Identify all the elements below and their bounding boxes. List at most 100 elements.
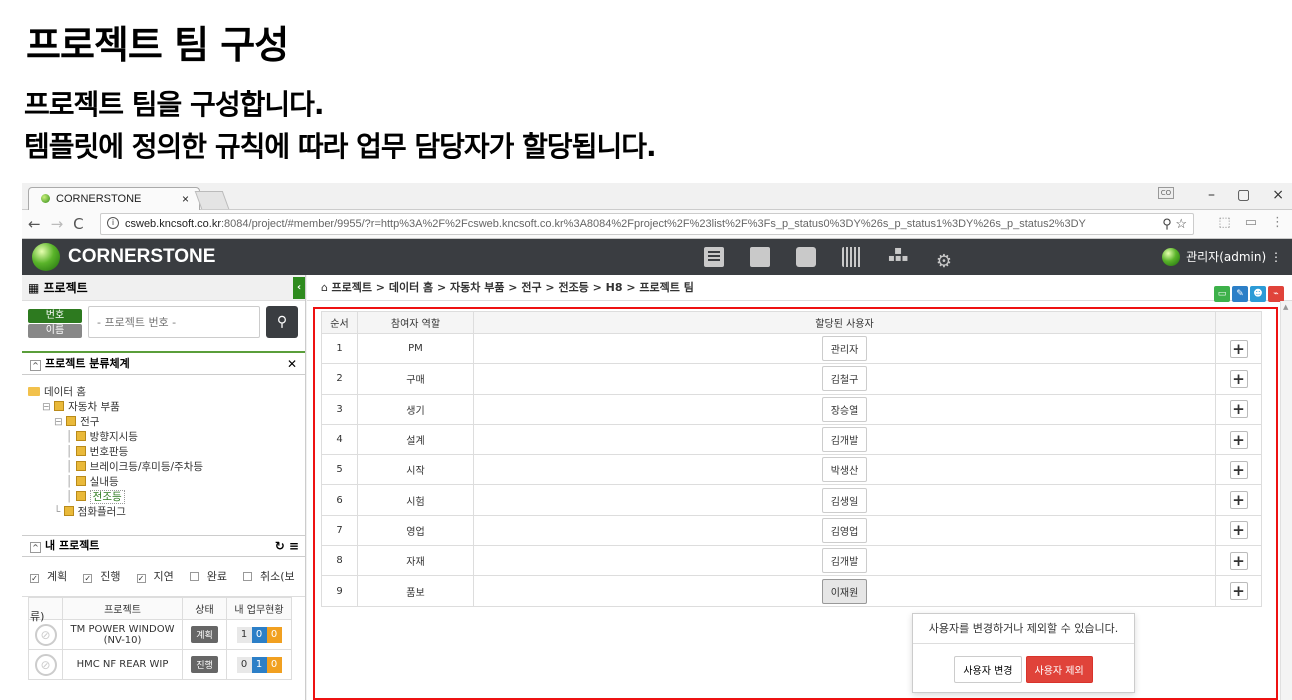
tree-connector: │: [66, 461, 76, 473]
new-tab-button[interactable]: [194, 191, 230, 209]
assigned-user-button[interactable]: 김영업: [821, 517, 868, 543]
change-user-button[interactable]: 사용자 변경: [954, 656, 1022, 683]
project-name[interactable]: TM POWER WINDOW (NV-10): [62, 619, 183, 650]
assigned-user-button[interactable]: 관리자: [821, 336, 868, 362]
count-delayed[interactable]: 0: [266, 626, 282, 643]
user-menu-icon[interactable]: ⋮: [1270, 250, 1282, 264]
tree-node[interactable]: └ 점화플러그: [28, 505, 305, 520]
profile-badge[interactable]: CO: [1158, 187, 1174, 199]
add-user-icon[interactable]: +: [1229, 491, 1248, 510]
checkbox[interactable]: ✓: [136, 574, 146, 583]
minimize-button[interactable]: –: [1208, 187, 1215, 203]
add-user-icon[interactable]: +: [1229, 369, 1248, 388]
folder-icon: [28, 387, 40, 396]
tree-node[interactable]: │ 브레이크등/후미등/주차등: [28, 460, 305, 475]
url-field[interactable]: i csweb.kncsoft.co.kr:8084/project/#membe…: [100, 213, 1194, 235]
tree-node-label: 방향지시등: [89, 431, 138, 443]
gantt-icon[interactable]: [842, 247, 862, 267]
assigned-user-button[interactable]: 김개발: [821, 548, 868, 574]
status-filter[interactable]: 완료: [189, 570, 235, 583]
brand-name[interactable]: CORNERSTONE: [68, 246, 215, 268]
team-icon[interactable]: ☻: [1250, 286, 1266, 302]
count-progress[interactable]: 0: [251, 626, 267, 643]
collapse-sidebar-icon[interactable]: ‹: [293, 277, 305, 299]
assigned-user-button[interactable]: 이재원: [821, 578, 868, 604]
tree-node[interactable]: 데이터 홈: [28, 385, 305, 400]
share-icon[interactable]: [796, 247, 816, 267]
project-row[interactable]: ⊘ HMC NF REAR WIP 진행 0 1 0: [28, 649, 292, 680]
extension-icon[interactable]: ⬚: [1218, 215, 1230, 230]
table-row: 1 PM 관리자 +: [321, 332, 1262, 365]
tree-node[interactable]: │ 방향지시등: [28, 430, 305, 445]
team-table: 순서 참여자 역할 할당된 사용자 1 PM 관리자 +2 구매 김철구 +3 생기 장승열 +4…: [321, 311, 1262, 607]
tree-node[interactable]: │ 실내등: [28, 475, 305, 490]
assigned-user-button[interactable]: 김철구: [821, 366, 868, 392]
gear-icon[interactable]: ⚙: [934, 252, 954, 272]
monitor-icon[interactable]: ▭: [1214, 286, 1230, 302]
reload-icon[interactable]: C: [73, 215, 83, 233]
assigned-user-button[interactable]: 박생산: [821, 457, 868, 483]
user-menu[interactable]: 관리자(admin) ⋮: [1162, 248, 1282, 266]
checkbox[interactable]: ✓: [83, 574, 93, 583]
breadcrumb-path[interactable]: 프로젝트 > 데이터 홈 > 자동차 부품 > 전구 > 전조등 > H8 > …: [331, 281, 693, 294]
tree-node[interactable]: │ 전조등: [28, 490, 305, 505]
add-user-icon[interactable]: +: [1229, 551, 1248, 570]
assigned-user-button[interactable]: 장승열: [821, 396, 868, 422]
tab-close-icon[interactable]: ×: [182, 188, 189, 210]
tree-node[interactable]: │ 번호판등: [28, 445, 305, 460]
checkbox[interactable]: ✓: [30, 574, 39, 583]
exclude-user-button[interactable]: 사용자 제외: [1025, 656, 1093, 683]
count-progress[interactable]: 1: [251, 656, 267, 673]
count-delayed[interactable]: 0: [266, 656, 282, 673]
scrollbar[interactable]: [1280, 301, 1292, 700]
forward-icon[interactable]: →: [51, 215, 64, 233]
add-user-icon[interactable]: +: [1229, 400, 1248, 419]
logo-icon[interactable]: [32, 243, 60, 271]
status-filter[interactable]: ✓ 지연: [136, 570, 182, 583]
checkbox[interactable]: [243, 572, 252, 581]
project-row[interactable]: ⊘ TM POWER WINDOW (NV-10) 계획 1 0 0: [28, 619, 292, 650]
add-user-icon[interactable]: +: [1229, 460, 1248, 479]
document-icon[interactable]: [750, 247, 770, 267]
pin-icon[interactable]: ✕: [287, 353, 297, 375]
search-by-name-button[interactable]: 이름: [28, 324, 82, 338]
restore-button[interactable]: ▢: [1237, 187, 1250, 203]
toggle-icon[interactable]: ^: [30, 360, 41, 371]
count-planned[interactable]: 1: [236, 626, 252, 643]
menu-icon[interactable]: ⋮: [1271, 215, 1284, 230]
add-user-icon[interactable]: +: [1229, 339, 1248, 358]
tree-node-label: 전구: [80, 416, 100, 428]
tree-connector: │: [66, 491, 76, 503]
org-chart-icon[interactable]: [888, 243, 908, 267]
add-user-icon[interactable]: +: [1229, 430, 1248, 449]
assigned-user-button[interactable]: 김개발: [821, 427, 868, 453]
zoom-icon[interactable]: ⚲ ☆: [1162, 214, 1187, 234]
list-icon[interactable]: [704, 247, 724, 267]
browser-tab[interactable]: CORNERSTONE ×: [28, 187, 200, 211]
refresh-icon[interactable]: ↻ ≡: [275, 536, 299, 556]
clip-icon[interactable]: ⌁: [1268, 286, 1284, 302]
filter-label: 완료: [206, 570, 227, 583]
add-user-icon[interactable]: +: [1229, 521, 1248, 540]
project-search-input[interactable]: [88, 306, 260, 338]
tree-node[interactable]: ⊟ 자동차 부품: [28, 400, 305, 415]
my-projects-table: 프로젝트 상태 내 업무현황 ⊘ TM POWER WINDOW (NV-10) 계…: [28, 597, 292, 680]
row-role: 품보: [357, 575, 474, 607]
search-button[interactable]: ⚲: [266, 306, 298, 338]
tree-node[interactable]: ⊟ 전구: [28, 415, 305, 430]
project-name[interactable]: HMC NF REAR WIP: [62, 649, 183, 680]
cast-icon[interactable]: ▭: [1245, 215, 1257, 230]
close-window-button[interactable]: ×: [1272, 187, 1284, 203]
back-icon[interactable]: ←: [28, 215, 41, 233]
assigned-user-button[interactable]: 김생일: [821, 487, 868, 513]
status-filter[interactable]: ✓ 계획: [30, 570, 75, 583]
edit-icon[interactable]: ✎: [1232, 286, 1248, 302]
home-icon[interactable]: ⌂: [321, 281, 331, 294]
search-by-number-button[interactable]: 번호: [28, 309, 82, 323]
toggle-icon[interactable]: ^: [30, 542, 41, 553]
status-filter[interactable]: ✓ 진행: [83, 570, 128, 583]
add-user-icon[interactable]: +: [1229, 582, 1248, 601]
count-planned[interactable]: 0: [236, 656, 252, 673]
info-icon[interactable]: i: [107, 217, 119, 229]
checkbox[interactable]: [189, 572, 199, 581]
